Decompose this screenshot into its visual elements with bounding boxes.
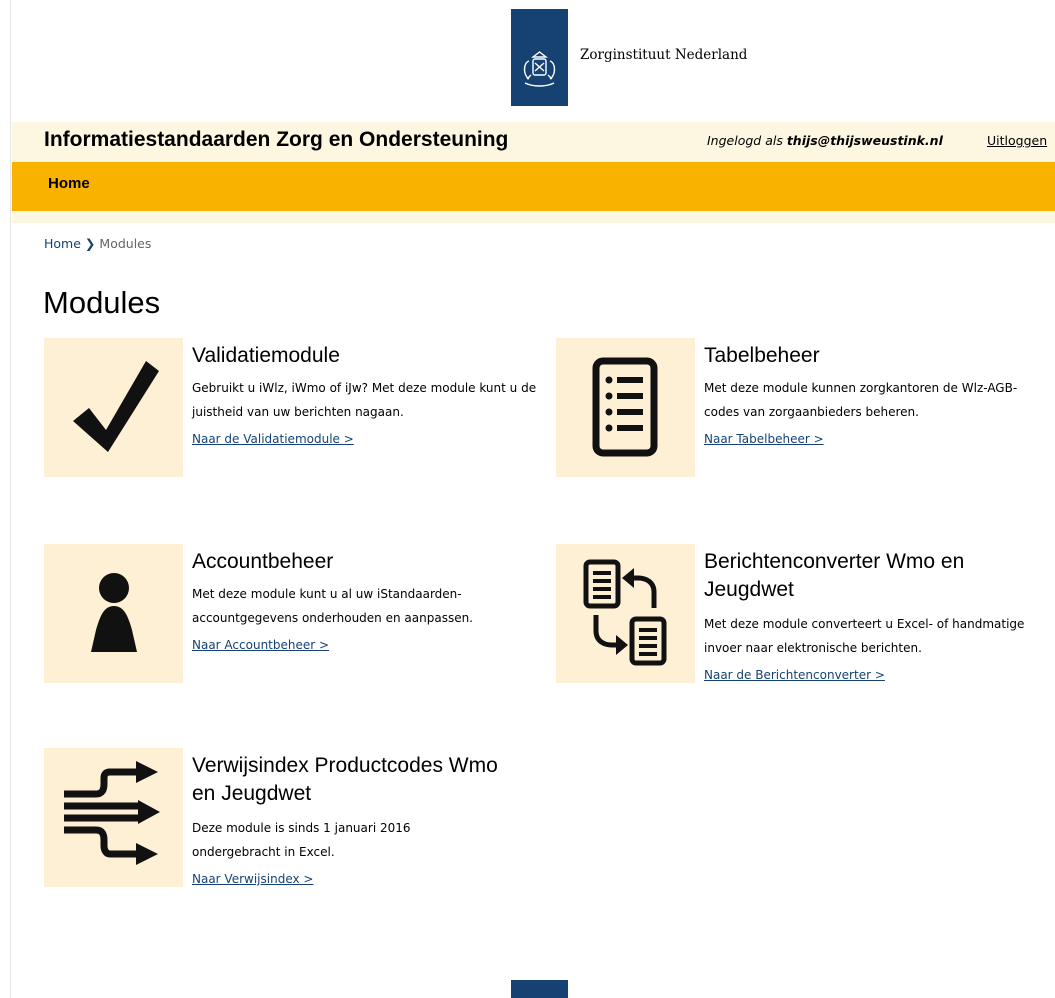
module-icon-tile[interactable] [44,748,183,887]
breadcrumb-current: Modules [99,236,152,251]
module-link[interactable]: Naar Accountbeheer > [192,638,329,652]
module-title: Tabelbeheer [704,344,820,367]
logged-in-user: thijs@thijsweustink.nl [786,133,943,148]
module-description: Deze module is sinds 1 januari 2016 onde… [192,821,411,859]
rijksoverheid-logo[interactable] [511,9,568,106]
person-icon [91,573,137,652]
page-left-border [10,0,11,998]
breadcrumb: Home ❯ Modules [44,236,151,251]
module-link[interactable]: Naar de Berichtenconverter > [704,668,885,682]
coat-of-arms-icon [523,51,556,87]
module-title: Verwijsindex Productcodes Wmo en Jeugdwe… [192,754,498,805]
site-title[interactable]: Informatiestandaarden Zorg en Ondersteun… [44,128,508,152]
nav-divider [12,211,1055,223]
page-title: Modules [43,285,161,320]
chevron-right-icon: ❯ [84,236,96,251]
module-description: Met deze module kunt u al uw iStandaarde… [192,587,473,625]
module-description: Gebruikt u iWlz, iWmo of iJw? Met deze m… [192,381,537,419]
site-header: Informatiestandaarden Zorg en Ondersteun… [12,122,1055,162]
module-icon-tile[interactable] [556,544,695,683]
module-title: Validatiemodule [192,344,340,367]
breadcrumb-home[interactable]: Home [44,236,81,251]
main-nav: Home [12,162,1055,211]
module-title: Accountbeheer [192,550,334,573]
logout-link[interactable]: Uitloggen [987,133,1047,148]
module-description: Met deze module converteert u Excel- of … [704,617,1025,655]
organization-name: Zorginstituut Nederland [580,47,748,63]
module-link[interactable]: Naar Tabelbeheer > [704,432,824,446]
module-title: Berichtenconverter Wmo en Jeugdwet [704,550,965,601]
login-status: Ingelogd als thijs@thijsweustink.nl [707,133,943,148]
list-document-icon [592,357,658,457]
redirect-arrows-icon [64,761,160,865]
convert-documents-icon [583,559,667,666]
footer-logo-bar [511,980,568,998]
module-description: Met deze module kunnen zorgkantoren de W… [704,381,1018,419]
login-prefix: Ingelogd als [707,133,783,148]
module-link[interactable]: Naar Verwijsindex > [192,872,313,886]
checkmark-icon [73,361,159,452]
module-link[interactable]: Naar de Validatiemodule > [192,432,354,446]
module-icon-tile[interactable] [44,338,183,477]
module-icon-tile[interactable] [556,338,695,477]
module-icon-tile[interactable] [44,544,183,683]
nav-item-home[interactable]: Home [48,175,90,192]
